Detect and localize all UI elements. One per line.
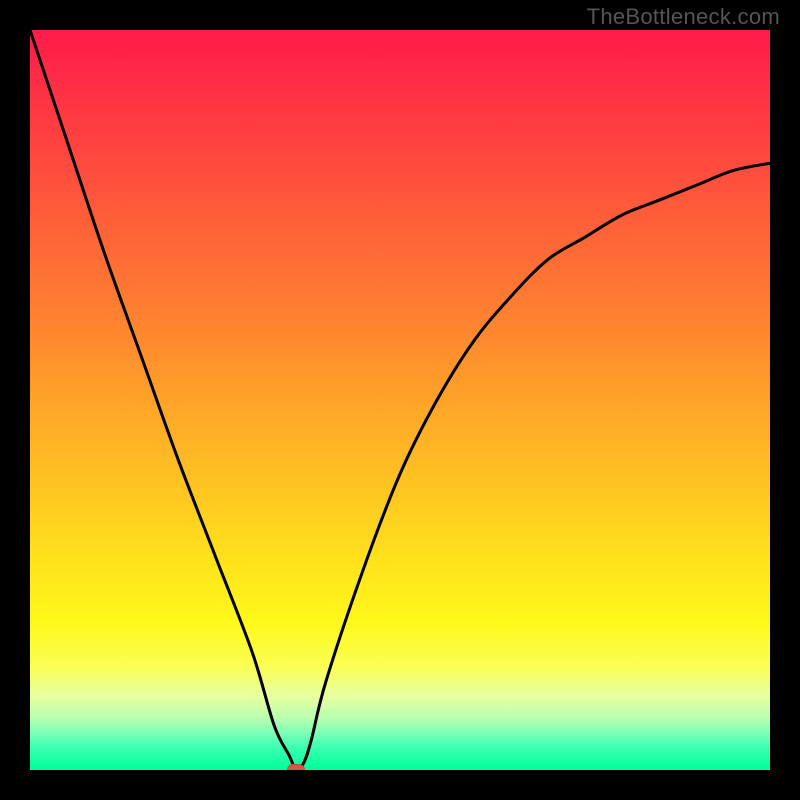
plot-area [30,30,770,770]
chart-frame: TheBottleneck.com [0,0,800,800]
bottleneck-curve [30,30,770,770]
watermark-text: TheBottleneck.com [587,4,780,30]
curve-path [30,30,770,770]
optimum-marker [287,764,305,770]
